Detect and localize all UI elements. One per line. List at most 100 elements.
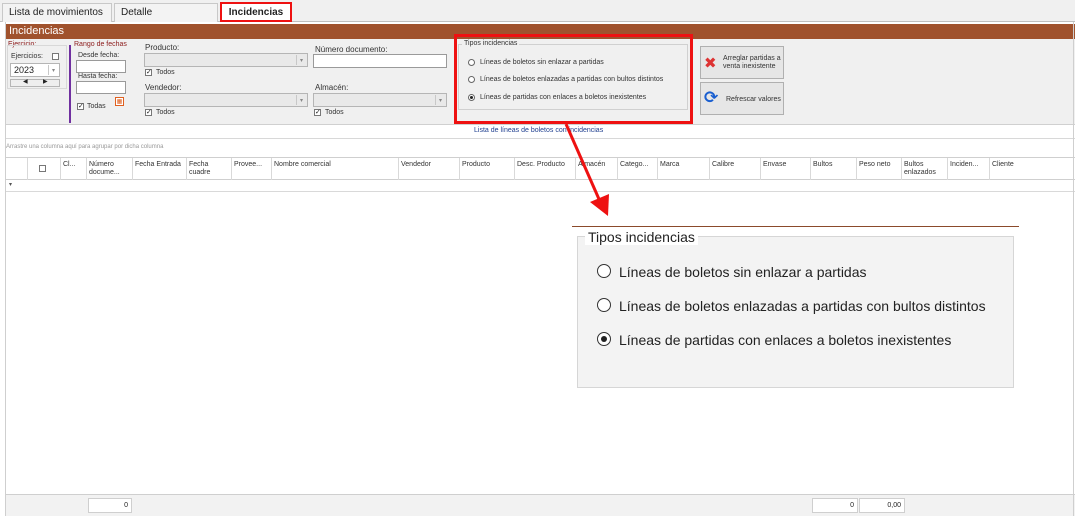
col-label: Bultos enlazados [904,161,936,176]
vendedor-todos-checkbox[interactable]: ✓ [145,109,152,116]
tab-lista-movimientos[interactable]: Lista de movimientos [2,3,112,22]
chevron-down-icon: ▾ [296,55,306,65]
col-label: Provee... [234,161,263,168]
col-header[interactable]: Envase [761,158,811,181]
divider [6,138,1075,139]
col-header[interactable]: Cl... [61,158,87,181]
right-border [1073,22,1074,516]
almacen-select[interactable]: ▾ [313,93,447,107]
col-header[interactable]: Catego... [618,158,658,181]
zoom-label-3: Líneas de partidas con enlaces a boletos… [619,332,952,348]
almacen-todos-checkbox[interactable]: ✓ [314,109,321,116]
almacen-todos-label: Todos [325,109,344,116]
col-header[interactable]: Número docume... [87,158,133,181]
zoom-label-2: Líneas de boletos enlazadas a partidas c… [619,298,986,314]
num-doc-label: Número documento: [315,45,388,54]
ejercicio-value: 2023 [14,65,35,75]
zoom-radio-2[interactable] [597,298,611,312]
num-doc-input[interactable] [313,54,447,68]
chevron-down-icon: ▾ [296,95,306,105]
col-label: Bultos [813,161,833,168]
filter-icon[interactable]: ▾ [9,181,12,188]
ejercicios-checkbox[interactable] [52,53,59,60]
zoom-top-line [572,226,1019,227]
tab-label: Lista de movimientos [9,7,103,18]
footer-count: 0 [88,498,132,513]
tab-bar: Lista de movimientos Detalle movimientos… [0,0,1075,35]
arrow-shaft [564,123,604,207]
col-label: Envase [763,161,787,168]
ejercicio-spinner[interactable]: ◀ ▶ [10,79,60,87]
grid-footer: 0 0 0,00 [6,494,1075,516]
col-header[interactable]: Fecha Entrada [133,158,187,181]
producto-select[interactable]: ▾ [144,53,308,67]
col-label: Marca [660,161,680,168]
ejercicio-select[interactable]: 2023 ▾ [10,63,60,77]
zoom-radio-1[interactable] [597,264,611,278]
zoom-tipos-title: Tipos incidencias [585,229,698,245]
zoom-label-1: Líneas de boletos sin enlazar a partidas [619,264,867,280]
col-header[interactable]: Nombre comercial [272,158,399,181]
footer-bultos: 0 [812,498,858,513]
arreglar-button[interactable]: ✖ Arreglar partidas a venta inexistente [700,46,784,79]
select-all-checkbox[interactable] [39,165,46,172]
callout-arrow [564,123,609,216]
col-label: Calibre [712,161,735,168]
col-header[interactable]: Producto [460,158,515,181]
chevron-down-icon: ▾ [48,65,58,75]
todas-label: Todas [87,103,106,110]
col-label: Producto [462,161,491,168]
col-label: Desc. Producto [517,161,565,168]
col-indicator [6,158,28,181]
todas-checkbox[interactable]: ✓ [77,103,84,110]
col-header[interactable]: Calibre [710,158,761,181]
rango-group-label: Rango de fechas [74,41,127,48]
col-label: Vendedor [401,161,431,168]
col-label: Nombre comercial [274,161,331,168]
col-label: Inciden... [950,161,979,168]
col-label: Cliente [992,161,1014,168]
col-header[interactable]: Marca [658,158,710,181]
filter-row[interactable]: ▾ [6,180,1075,192]
col-label: Cl... [63,161,76,168]
arrow-right-icon[interactable]: ▶ [43,78,48,85]
vendedor-todos-label: Todos [156,109,175,116]
ejercicios-label: Ejercicios: [11,53,43,60]
almacen-label: Almacén: [315,83,349,92]
col-label: Número docume... [89,161,120,176]
highlight-box [454,34,693,124]
col-label: Peso neto [859,161,891,168]
producto-todos-checkbox[interactable]: ✓ [145,69,152,76]
col-header[interactable]: Bultos [811,158,857,181]
col-header[interactable]: Provee... [232,158,272,181]
hasta-label: Hasta fecha: [78,73,118,80]
col-header[interactable]: Inciden... [948,158,990,181]
col-header[interactable]: Bultos enlazados [902,158,948,181]
vendedor-select[interactable]: ▾ [144,93,308,107]
footer-peso: 0,00 [859,498,905,513]
arreglar-label: Arreglar partidas a venta inexistente [723,55,781,70]
group-hint: Arrastre una columna aquí para agrupar p… [6,144,164,150]
col-select[interactable] [28,158,61,181]
col-label: Catego... [620,161,649,168]
tab-label: Incidencias [228,7,284,18]
col-header[interactable]: Fecha cuadre [187,158,232,181]
col-header[interactable]: Cliente [990,158,1075,181]
tab-incidencias[interactable]: Incidencias [220,2,292,22]
refrescar-label: Refrescar valores [726,96,781,103]
refresh-icon: ⟳ [704,88,719,107]
col-label: Fecha cuadre [189,161,211,176]
zoom-radio-3[interactable] [597,332,611,346]
arrow-left-icon[interactable]: ◀ [23,78,28,85]
desde-fecha-input[interactable] [76,60,126,73]
rango-accent [69,45,71,123]
calendar-icon[interactable]: ▦ [115,97,124,106]
hasta-fecha-input[interactable] [76,81,126,94]
col-header[interactable]: Vendedor [399,158,460,181]
refrescar-button[interactable]: ⟳ Refrescar valores [700,82,784,115]
col-header[interactable]: Peso neto [857,158,902,181]
desde-label: Desde fecha: [78,52,120,59]
tab-detalle-movimientos[interactable]: Detalle movimientos [114,3,218,35]
col-label: Fecha Entrada [135,161,181,168]
producto-label: Producto: [145,43,180,52]
